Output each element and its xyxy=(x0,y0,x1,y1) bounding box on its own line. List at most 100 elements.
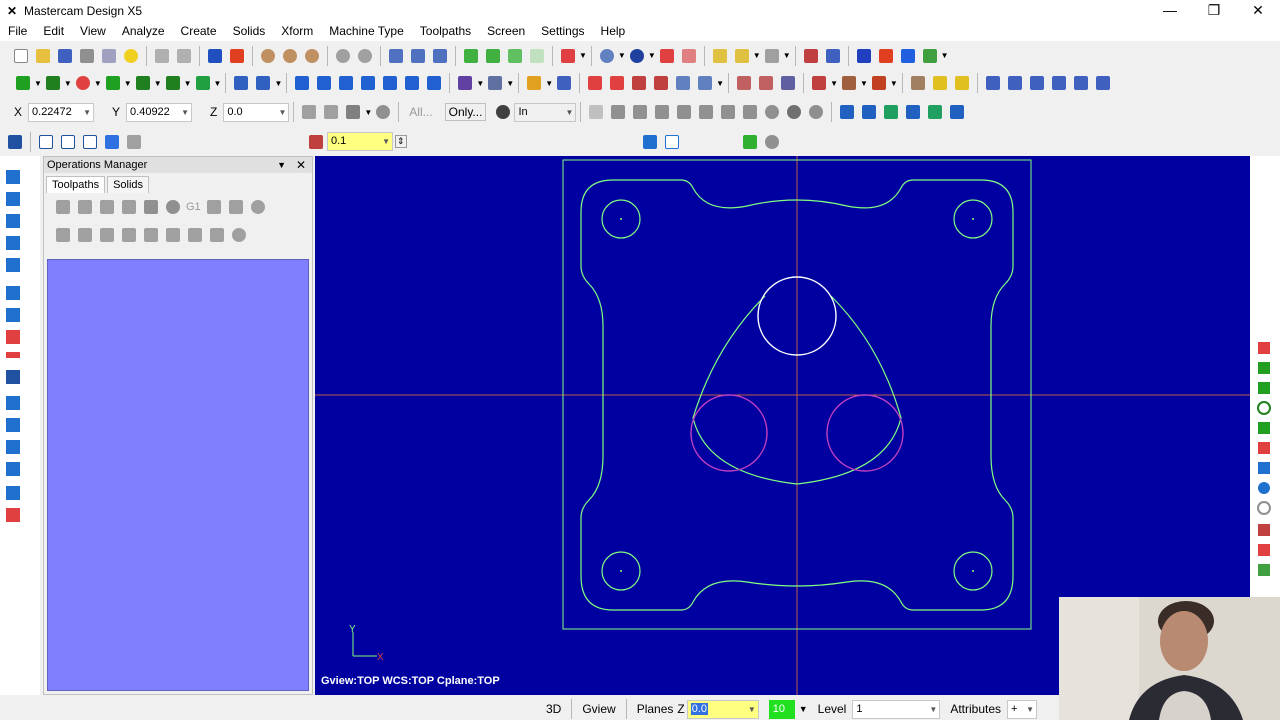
solid-body-icon[interactable] xyxy=(652,102,672,122)
solid-edge-icon[interactable] xyxy=(674,102,694,122)
menu-solids[interactable]: Solids xyxy=(225,24,274,38)
panel-pin-icon[interactable]: ▼ xyxy=(277,157,286,173)
regenerate-icon[interactable] xyxy=(97,197,117,217)
facing-icon[interactable] xyxy=(607,73,627,93)
line-icon[interactable] xyxy=(43,73,63,93)
post-g1-button[interactable]: G1 xyxy=(186,201,201,213)
line-vertical-icon[interactable] xyxy=(58,132,78,152)
xform-translate-icon[interactable] xyxy=(292,73,312,93)
pocket-icon[interactable] xyxy=(585,73,605,93)
point-icon[interactable] xyxy=(13,73,33,93)
select-dirty-icon[interactable] xyxy=(75,197,95,217)
operations-tree-area[interactable] xyxy=(47,259,309,691)
ribbon-length-icon[interactable] xyxy=(306,132,326,152)
polygon-icon[interactable] xyxy=(103,73,123,93)
sphere-icon[interactable] xyxy=(627,46,647,66)
circle-icon[interactable] xyxy=(73,73,93,93)
wave-icon[interactable] xyxy=(207,225,227,245)
pencil-multi-icon[interactable] xyxy=(732,46,752,66)
dimension-icon[interactable] xyxy=(455,73,475,93)
ops-help-icon[interactable] xyxy=(248,197,268,217)
analyze-icon[interactable] xyxy=(823,46,843,66)
selection-mode-dropdown[interactable]: In ▼ xyxy=(514,102,577,122)
solid-face-icon[interactable] xyxy=(630,102,650,122)
new-file-icon[interactable] xyxy=(11,46,31,66)
circle-mill-icon[interactable] xyxy=(651,73,671,93)
z-depth-field[interactable]: 0.0 ▼ xyxy=(686,699,759,719)
green-arrow-icon[interactable] xyxy=(920,46,940,66)
ribbon-lock-icon[interactable]: ⇕ xyxy=(395,135,407,148)
tab-solids[interactable]: Solids xyxy=(107,176,150,193)
zoom-target-icon[interactable] xyxy=(280,46,300,66)
menu-toolpaths[interactable]: Toolpaths xyxy=(412,24,479,38)
xform-project-icon[interactable] xyxy=(402,73,422,93)
plane-side-icon[interactable] xyxy=(881,102,901,122)
xform-mirror-icon[interactable] xyxy=(314,73,334,93)
stairs-icon[interactable] xyxy=(1027,73,1047,93)
stock-icon[interactable] xyxy=(839,73,859,93)
regenerate-dirty-icon[interactable] xyxy=(119,197,139,217)
panel-close-icon[interactable]: ✕ xyxy=(296,157,306,173)
select-only-button[interactable]: Only... xyxy=(444,103,487,121)
menu-screen[interactable]: Screen xyxy=(479,24,533,38)
select-all-ops-icon[interactable] xyxy=(53,197,73,217)
stairs2-icon[interactable] xyxy=(1049,73,1069,93)
print-icon[interactable] xyxy=(77,46,97,66)
surface-finish-icon[interactable] xyxy=(695,73,715,93)
lightbulb-icon[interactable] xyxy=(121,46,141,66)
menu-settings[interactable]: Settings xyxy=(533,24,592,38)
group-icon[interactable] xyxy=(229,225,249,245)
grid-icon[interactable] xyxy=(1071,73,1091,93)
menu-machine-type[interactable]: Machine Type xyxy=(321,24,412,38)
toggle-post-icon[interactable] xyxy=(97,225,117,245)
solid-back-icon[interactable] xyxy=(696,102,716,122)
wizard-icon[interactable] xyxy=(809,73,829,93)
print-preview-icon[interactable] xyxy=(99,46,119,66)
level-button[interactable]: Level xyxy=(818,702,847,716)
eraser-tool-icon[interactable] xyxy=(908,73,928,93)
ok-check-icon[interactable] xyxy=(740,132,760,152)
help-icon[interactable] xyxy=(373,102,393,122)
menu-xform[interactable]: Xform xyxy=(273,24,321,38)
color-dropdown-icon[interactable]: ▼ xyxy=(799,704,808,714)
xform-array-icon[interactable] xyxy=(424,73,444,93)
menu-analyze[interactable]: Analyze xyxy=(114,24,173,38)
globe-view-icon[interactable] xyxy=(597,46,617,66)
repaint-icon[interactable] xyxy=(386,46,406,66)
trim-icon[interactable] xyxy=(231,73,251,93)
menu-view[interactable]: View xyxy=(72,24,114,38)
selection-cursor-icon[interactable] xyxy=(493,102,513,122)
xform-rotate-icon[interactable] xyxy=(336,73,356,93)
slot-icon[interactable] xyxy=(629,73,649,93)
select-help-icon[interactable] xyxy=(806,102,826,122)
layers-icon[interactable] xyxy=(898,46,918,66)
backplot-icon[interactable] xyxy=(430,46,450,66)
exclamation-icon[interactable] xyxy=(321,102,341,122)
cube-view-icon[interactable] xyxy=(558,46,578,66)
ribbon-split-icon[interactable] xyxy=(662,132,682,152)
simulate-icon[interactable] xyxy=(756,73,776,93)
hidden-line-icon[interactable] xyxy=(527,46,547,66)
maximize-button[interactable]: ❐ xyxy=(1192,0,1236,21)
redo-icon[interactable] xyxy=(174,46,194,66)
plane-entity-icon[interactable] xyxy=(947,102,967,122)
mode-3d-button[interactable]: 3D xyxy=(546,702,561,716)
solid-red-icon[interactable] xyxy=(657,46,677,66)
brush-icon[interactable] xyxy=(762,46,782,66)
sphere-gray-icon[interactable] xyxy=(784,102,804,122)
tool-icon[interactable] xyxy=(869,73,889,93)
pencil-icon[interactable] xyxy=(710,46,730,66)
point-style-field[interactable]: + ▼ xyxy=(1007,699,1038,719)
zoom-in-icon[interactable] xyxy=(302,46,322,66)
post-icon[interactable] xyxy=(778,73,798,93)
hatch-icon[interactable] xyxy=(1005,73,1025,93)
fit-icon[interactable] xyxy=(227,46,247,66)
menu-help[interactable]: Help xyxy=(593,24,634,38)
y-coordinate-field[interactable]: 0.40922 ▼ xyxy=(126,102,193,122)
chain-icon[interactable] xyxy=(586,102,606,122)
x-coordinate-field[interactable]: 0.22472 ▼ xyxy=(28,102,95,122)
close-button[interactable]: ✕ xyxy=(1236,0,1280,21)
move-down-icon[interactable] xyxy=(119,225,139,245)
solid-extrude-icon[interactable] xyxy=(193,73,213,93)
backplot-ops-icon[interactable] xyxy=(141,197,161,217)
